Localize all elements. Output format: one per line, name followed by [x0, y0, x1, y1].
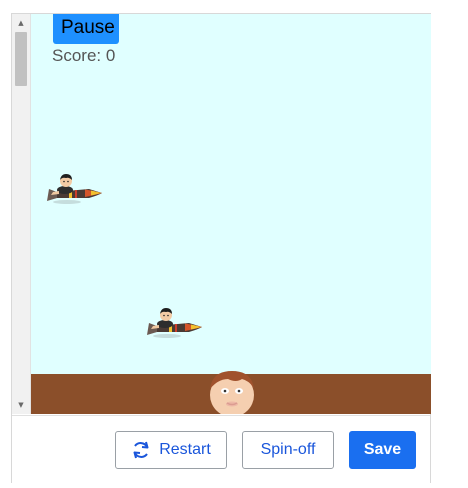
spin-off-label: Spin-off: [260, 441, 316, 458]
program-frame: ▲ ▼ Pause Score: 0 Restart Spin-off Save: [11, 13, 431, 483]
rocket-rider-icon: [147, 308, 202, 338]
footer-toolbar: Restart Spin-off Save: [12, 415, 430, 483]
restart-icon: [131, 440, 151, 460]
scroll-thumb[interactable]: [15, 32, 27, 86]
rocket-rider-icon: [47, 174, 102, 204]
scroll-down-arrow-icon[interactable]: ▼: [12, 398, 30, 412]
game-canvas[interactable]: Pause Score: 0: [31, 14, 431, 414]
player-head-icon: [210, 371, 254, 414]
pause-button[interactable]: Pause: [53, 14, 119, 44]
restart-label: Restart: [159, 441, 211, 458]
save-label: Save: [363, 441, 402, 458]
score-display: Score: 0: [52, 46, 116, 65]
save-button[interactable]: Save: [349, 431, 416, 469]
restart-button[interactable]: Restart: [115, 431, 227, 469]
spin-off-button[interactable]: Spin-off: [242, 431, 334, 469]
vertical-scrollbar[interactable]: ▲ ▼: [12, 14, 31, 414]
scroll-up-arrow-icon[interactable]: ▲: [12, 16, 30, 30]
